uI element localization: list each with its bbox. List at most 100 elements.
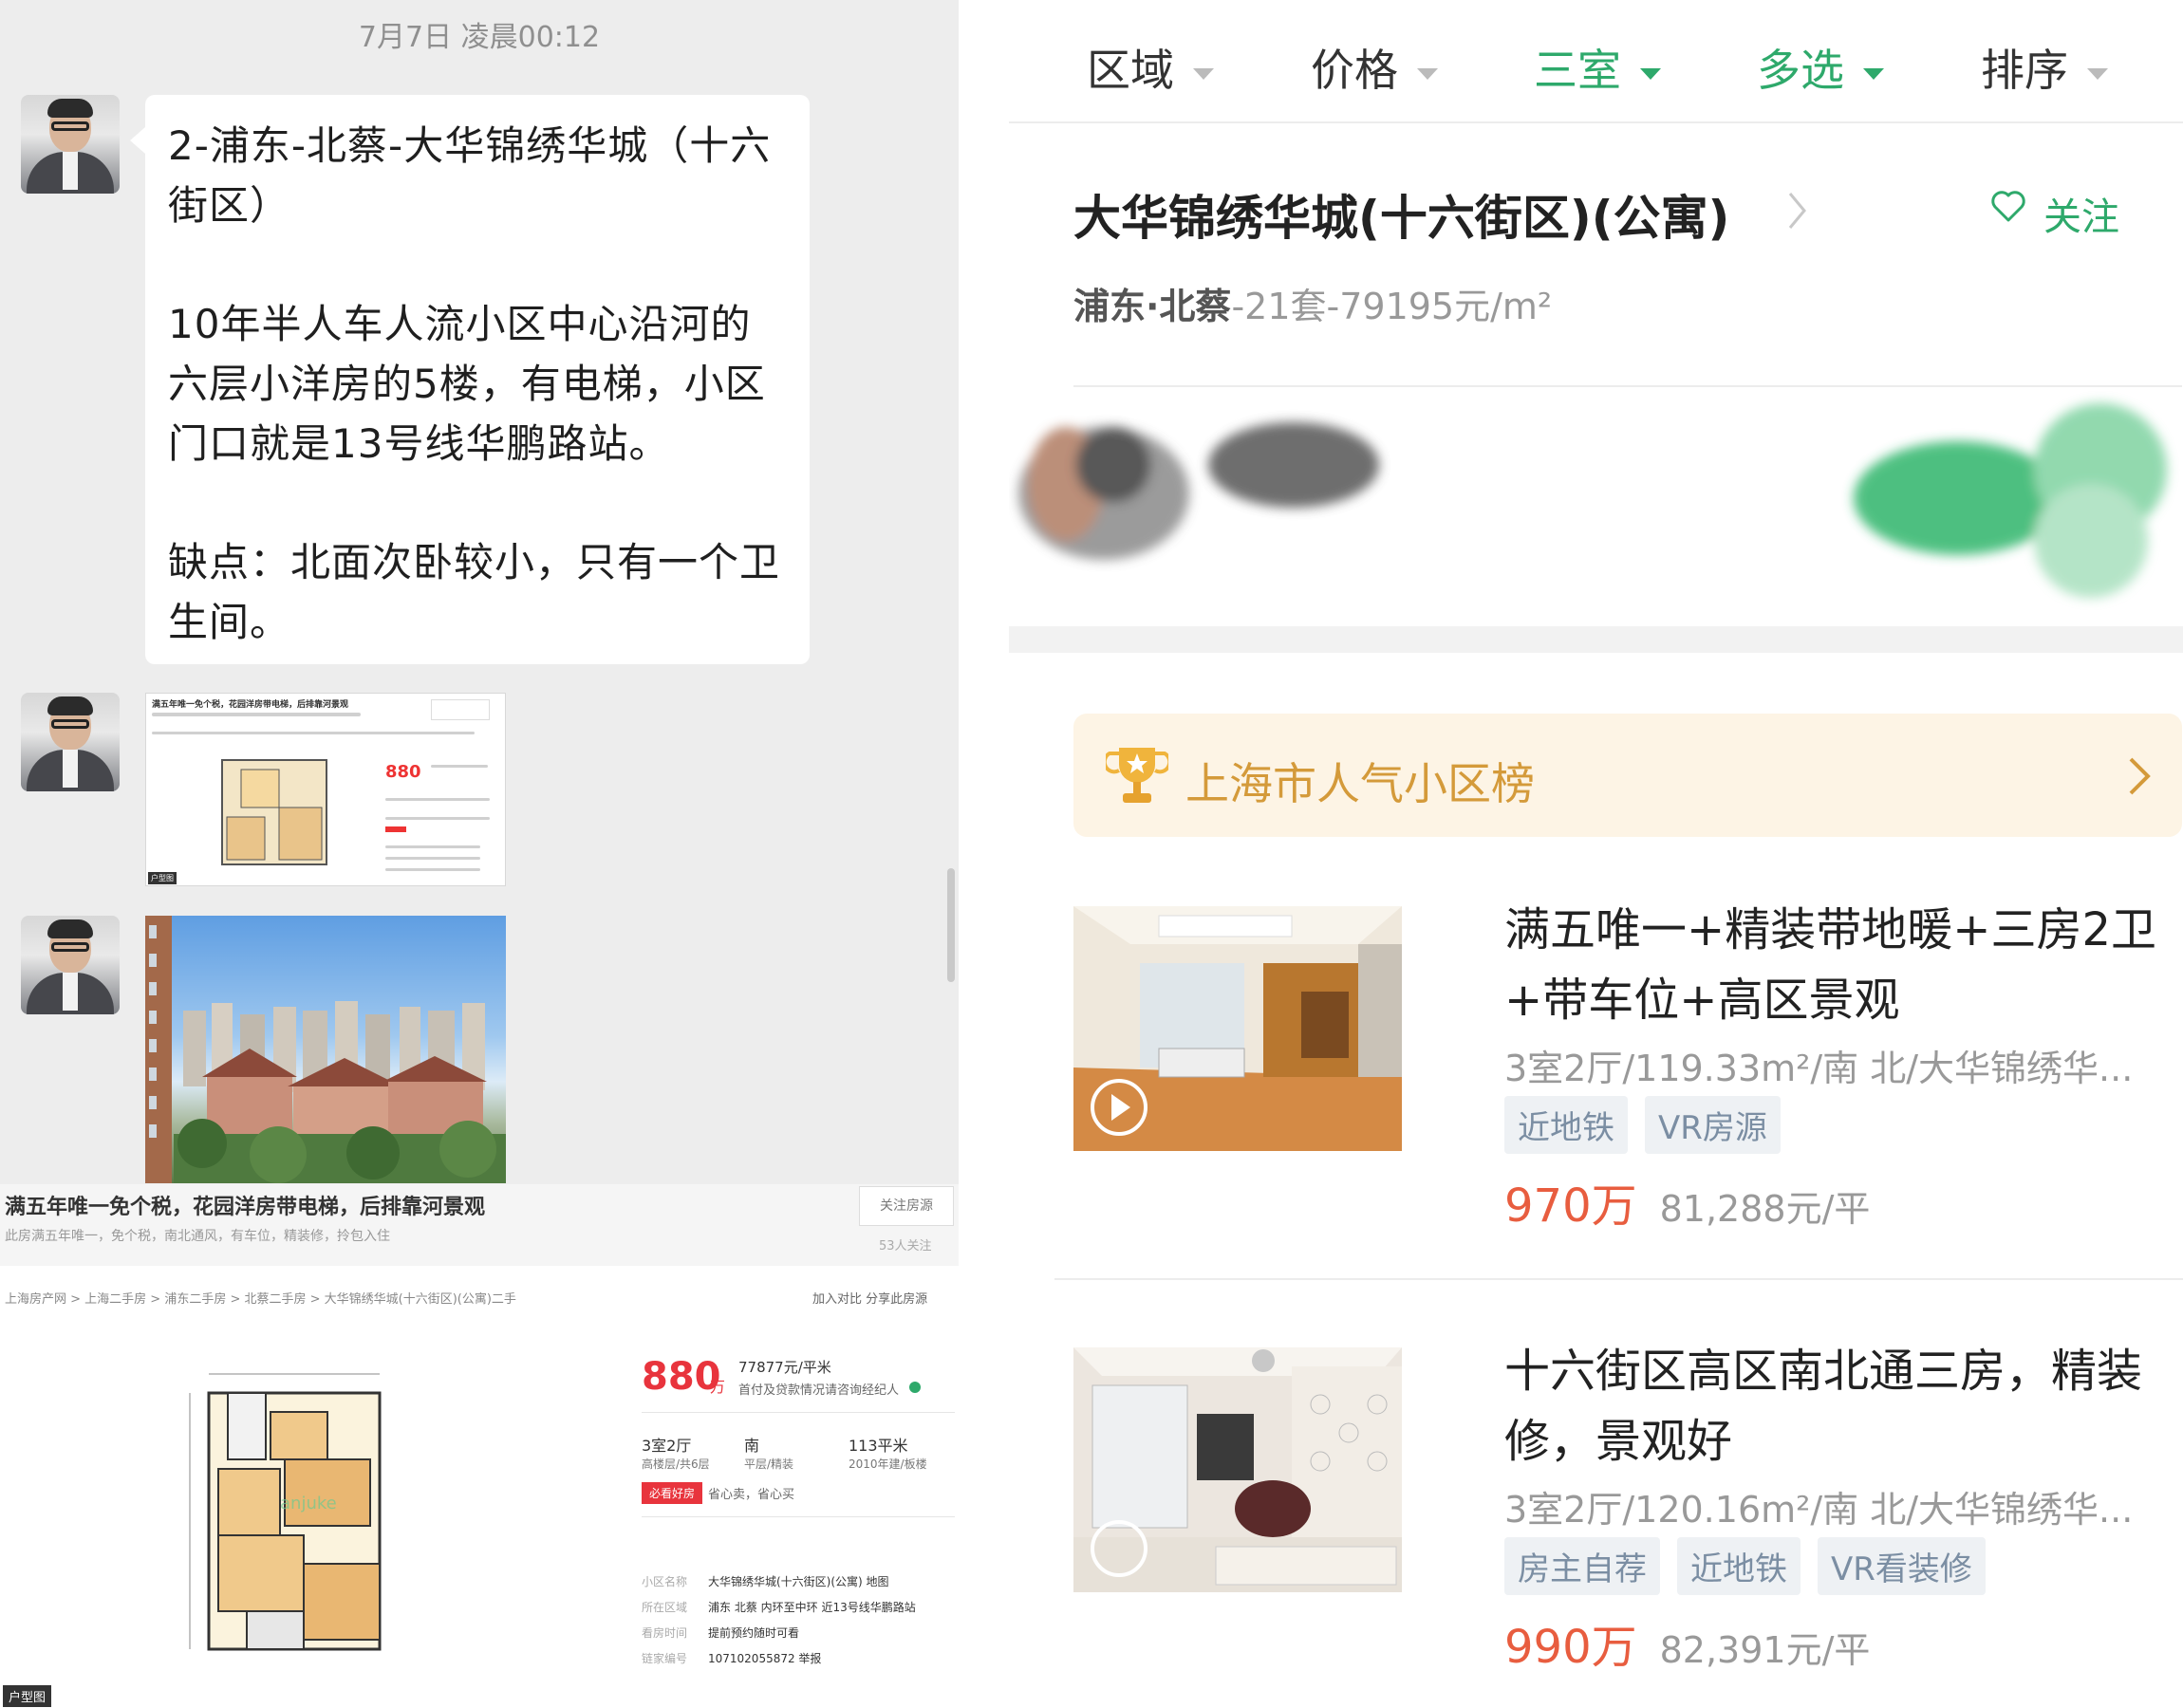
layout-value: 3室2厅 <box>642 1437 692 1455</box>
info-label: 看房时间 <box>642 1626 688 1640</box>
chat-agent-icon[interactable] <box>909 1382 921 1393</box>
filter-price[interactable]: 价格 <box>1311 36 1438 99</box>
ranking-banner[interactable]: 上海市人气小区榜 <box>1073 714 2182 837</box>
filter-label: 多选 <box>1757 45 1844 96</box>
breadcrumb[interactable]: 上海房产网 > 上海二手房 > 浦东二手房 > 北蔡二手房 > 大华锦绣华城(十… <box>5 1289 516 1307</box>
followers-count: 53人关注 <box>879 1239 932 1253</box>
listing-photo[interactable] <box>1073 906 1402 1151</box>
listing-unit-price: 82,391元/平 <box>1659 1629 1871 1671</box>
filter-label: 价格 <box>1311 45 1398 96</box>
follow-community-button[interactable]: 关注 <box>2043 186 2119 241</box>
listing-price-row: 970万 81,288元/平 <box>1504 1168 1870 1235</box>
listing-screenshot-enlarged: 满五年唯一免个税，花园洋房带电梯，后排靠河景观 此房满五年唯一，免个税，南北通风… <box>0 1184 959 1708</box>
listing-title[interactable]: 十六街区高区南北通三房，精装修，景观好 <box>1504 1336 2178 1476</box>
image-message-building-photo[interactable] <box>145 916 506 1183</box>
thumb-tag: 户型图 <box>148 872 177 884</box>
community-stats: -21套-79195元/m² <box>1231 286 1553 327</box>
follow-listing-button[interactable]: 关注房源 <box>859 1186 954 1226</box>
listing-unit-price: 77877元/平米 <box>738 1359 831 1376</box>
listing-title: 满五年唯一免个税，花园洋房带电梯，后排靠河景观 <box>5 1196 486 1219</box>
community-name[interactable]: 大华锦绣华城(十六街区)(公寓) <box>1073 180 1729 249</box>
caret-down-icon <box>1640 67 1661 80</box>
info-value[interactable]: 大华锦绣华城(十六街区)(公寓) 地图 <box>708 1573 889 1589</box>
layout-sub: 高楼层/共6层 <box>642 1457 710 1471</box>
message-line: 缺点：北面次卧较小，只有一个卫生间。 <box>168 539 781 645</box>
must-see-badge: 必看好房 <box>642 1482 703 1504</box>
listing-card[interactable]: 满五唯一+精装带地暖+三房2卫+带车位+高区景观 3室2厅/119.33m²/南… <box>1073 903 2182 1248</box>
living-room-photo-1 <box>1073 906 1402 1151</box>
listing-tag: 近地铁 <box>1677 1537 1801 1595</box>
orientation-value: 南 <box>744 1437 760 1455</box>
filter-rooms[interactable]: 三室 <box>1534 36 1661 99</box>
listing-photo[interactable] <box>1073 1347 1402 1592</box>
compare-share-actions[interactable]: 加入对比 分享此房源 <box>812 1289 927 1307</box>
chat-timestamp: 7月7日 凌晨00:12 <box>358 21 601 54</box>
listing-tag: VR看装修 <box>1818 1537 1986 1595</box>
text-message-bubble[interactable]: 2-浦东-北蔡-大华锦绣华城（十六街区） 10年半人车人流小区中心沿河的六层小洋… <box>130 95 810 664</box>
listing-subtitle: 此房满五年唯一，免个税，南北通风，有车位，精装修，拎包入住 <box>5 1229 390 1244</box>
listing-meta: 3室2厅/120.16m²/南 北/大华锦绣华... <box>1504 1489 2134 1531</box>
living-room-photo-2 <box>1073 1347 1402 1592</box>
listing-price-row: 990万 82,391元/平 <box>1504 1609 1870 1676</box>
caret-down-icon <box>2087 67 2108 80</box>
area-sub: 2010年建/板楼 <box>849 1457 927 1471</box>
floorplan-thumb <box>221 759 327 865</box>
thumb-title: 满五年唯一免个税，花园洋房带电梯，后排靠河景观 <box>152 700 349 710</box>
orientation-sub: 平层/精装 <box>744 1457 794 1471</box>
listing-tags: 房主自荐 近地铁 VR看装修 <box>1504 1537 2003 1595</box>
community-summary: 浦东·北蔡-21套-79195元/m² <box>1073 277 1552 329</box>
listing-tag: 房主自荐 <box>1504 1537 1660 1595</box>
chevron-right-icon[interactable] <box>1785 190 1810 232</box>
building-photo-illustration <box>145 916 506 1183</box>
listing-tag: VR房源 <box>1645 1096 1781 1154</box>
caret-down-icon <box>1863 67 1884 80</box>
property-app: 区域 价格 三室 多选 排序 大华锦绣华城(十六街区)(公寓) 关注 浦东·北蔡… <box>1009 0 2183 1708</box>
listing-card[interactable]: 十六街区高区南北通三房，精装修，景观好 3室2厅/120.16m²/南 北/大华… <box>1073 1345 2182 1689</box>
info-value: 浦东 北蔡 内环至中环 近13号线华鹏路站 <box>708 1601 916 1614</box>
redacted-scribble-area <box>1009 403 2183 653</box>
filter-district[interactable]: 区域 <box>1087 36 1214 99</box>
thumb-price: 880 <box>385 762 421 782</box>
info-label: 所在区域 <box>642 1601 688 1614</box>
caret-down-icon <box>1417 67 1438 80</box>
chat-scrollbar[interactable] <box>947 868 955 982</box>
payment-note: 首付及贷款情况请咨询经纪人 <box>738 1383 900 1398</box>
svg-text:anjuke: anjuke <box>280 1494 337 1513</box>
sender-avatar[interactable] <box>21 693 120 791</box>
filter-label: 三室 <box>1534 45 1621 96</box>
info-value: 107102055872 举报 <box>708 1652 822 1665</box>
message-line: 2-浦东-北蔡-大华锦绣华城（十六街区） <box>168 122 772 229</box>
divider <box>1054 1278 2183 1280</box>
heart-icon[interactable] <box>1989 188 2027 226</box>
listing-tags: 近地铁 VR房源 <box>1504 1096 1798 1154</box>
floorplan-image: anjuke <box>189 1373 382 1651</box>
filter-label: 区域 <box>1087 45 1174 96</box>
community-location: 浦东·北蔡 <box>1073 286 1232 327</box>
listing-total-price: 970万 <box>1504 1179 1637 1233</box>
listing-price: 880 <box>642 1355 721 1399</box>
listing-meta: 3室2厅/119.33m²/南 北/大华锦绣华... <box>1504 1048 2134 1089</box>
filter-multi[interactable]: 多选 <box>1757 36 1884 99</box>
listing-tag: 近地铁 <box>1504 1096 1628 1154</box>
floorplan-tag: 户型图 <box>3 1685 52 1707</box>
sender-avatar[interactable] <box>21 916 120 1014</box>
info-label: 小区名称 <box>642 1575 688 1588</box>
info-value: 提前预约随时可看 <box>708 1626 800 1640</box>
badge-note: 省心卖，省心买 <box>708 1488 795 1502</box>
ranking-title: 上海市人气小区榜 <box>1185 758 1535 809</box>
filter-sort[interactable]: 排序 <box>1981 36 2108 99</box>
info-label: 链家编号 <box>642 1652 688 1665</box>
image-message-listing-screenshot[interactable]: 满五年唯一免个税，花园洋房带电梯，后排靠河景观 880 户型图 <box>145 693 506 886</box>
listing-title[interactable]: 满五唯一+精装带地暖+三房2卫+带车位+高区景观 <box>1504 895 2178 1035</box>
chevron-right-icon <box>2129 757 2151 795</box>
caret-down-icon <box>1193 67 1214 80</box>
filter-label: 排序 <box>1981 45 2068 96</box>
listing-unit-price: 81,288元/平 <box>1659 1188 1871 1230</box>
sender-avatar[interactable] <box>21 95 120 194</box>
trophy-icon <box>1106 748 1168 803</box>
message-line: 10年半人车人流小区中心沿河的六层小洋房的5楼，有电梯，小区门口就是13号线华鹏… <box>168 301 766 467</box>
listing-total-price: 990万 <box>1504 1621 1637 1674</box>
divider <box>1009 121 2183 123</box>
area-value: 113平米 <box>849 1437 908 1455</box>
listing-price-unit: 万 <box>710 1378 726 1396</box>
